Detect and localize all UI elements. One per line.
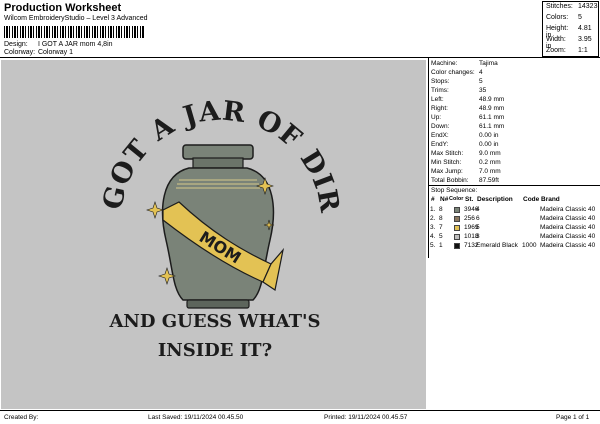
info-left: Left: 48.9 mm [431, 96, 505, 103]
design-line: Design: I GOT A JAR mom 4,8in [4, 41, 113, 48]
cell-brand: Madeira Classic 40 [540, 206, 596, 213]
cell-brand: Madeira Classic 40 [540, 215, 596, 222]
created-by: Created By: [4, 414, 39, 421]
tagline-line-1: AND GUESS WHAT'S [108, 311, 320, 332]
info-endx: EndX: 0.00 in [431, 132, 499, 139]
info-total-bobbin: Total Bobbin: 87.59ft [431, 177, 499, 184]
sequence-divider [429, 185, 600, 186]
design-name: I GOT A JAR mom 4,8in [37, 41, 113, 48]
table-row: 1. 8 3946 4 Madeira Classic 40 [430, 206, 600, 215]
info-stops: Stops: 5 [431, 78, 483, 85]
cell-brand: Madeira Classic 40 [540, 242, 596, 249]
cell-num: 5. [430, 242, 436, 249]
barcode [4, 26, 144, 38]
stat-stitches: Stitches: 14323 [546, 3, 598, 10]
table-row: 2. 8 256 6 Madeira Classic 40 [430, 215, 600, 224]
info-endy: EndY: 0.00 in [431, 141, 499, 148]
info-machine: Machine: Tajima [431, 60, 498, 67]
stop-sequence-title: Stop Sequence: [431, 187, 478, 194]
info-color-changes: Color changes: 4 [431, 69, 483, 76]
cell-n: 5 [439, 233, 443, 240]
info-min-stitch: Min Stitch: 0.2 mm [431, 159, 501, 166]
worksheet-header: Production Worksheet Wilcom EmbroiderySt… [0, 0, 600, 58]
cell-brand: Madeira Classic 40 [540, 233, 596, 240]
thread-color-swatch [454, 216, 460, 222]
table-row: 3. 7 1969 5 Madeira Classic 40 [430, 224, 600, 233]
info-max-stitch: Max Stitch: 9.0 mm [431, 150, 501, 157]
software-name: Wilcom EmbroideryStudio – Level 3 Advanc… [4, 15, 148, 22]
cell-code: 1000 [522, 242, 537, 249]
cell-desc: 3 [476, 233, 480, 240]
cell-desc: Emerald Black [476, 242, 518, 249]
worksheet-title: Production Worksheet [4, 2, 122, 14]
cell-desc: 6 [476, 215, 480, 222]
stats-box: Stitches: 14323 Colors: 5 Height: 4.81 in W… [542, 1, 599, 57]
cell-desc: 4 [476, 206, 480, 213]
info-trims: Trims: 35 [431, 87, 487, 94]
colorway-label: Colorway: [4, 49, 36, 56]
cell-n: 8 [439, 206, 443, 213]
table-row: 4. 5 1018 3 Madeira Classic 40 [430, 233, 600, 242]
cell-num: 2. [430, 215, 436, 222]
cell-n: 1 [439, 242, 443, 249]
info-up: Up: 61.1 mm [431, 114, 505, 121]
cell-n: 8 [439, 215, 443, 222]
info-max-jump: Max Jump: 7.0 mm [431, 168, 501, 175]
info-right: Right: 48.9 mm [431, 105, 505, 112]
sparkle-icon [146, 201, 164, 219]
sequence-header-row: # N# Color St. Description Code Brand [431, 196, 560, 203]
thread-color-swatch [454, 225, 460, 231]
printed-date: Printed: 19/11/2024 00.45.57 [324, 414, 408, 421]
worksheet-footer: Created By: Last Saved: 19/11/2024 00.45… [0, 410, 600, 424]
thread-color-swatch [454, 243, 460, 249]
table-row: 5. 1 7132 Emerald Black 1000 Madeira Classic … [430, 242, 600, 251]
tagline-line-2: INSIDE IT? [158, 340, 272, 361]
cell-num: 1. [430, 206, 436, 213]
cell-desc: 5 [476, 224, 480, 231]
cell-num: 3. [430, 224, 436, 231]
stat-zoom: Zoom: 1:1 [546, 47, 588, 54]
design-preview: I GOT A JAR OF DIRT MOM AND GUESS WHAT'S… [0, 36, 426, 409]
cell-num: 4. [430, 233, 436, 240]
colorway-line: Colorway: Colorway 1 [4, 49, 73, 56]
colorway-name: Colorway 1 [37, 49, 73, 56]
cell-n: 7 [439, 224, 443, 231]
page-number: Page 1 of 1 [556, 414, 590, 421]
cell-brand: Madeira Classic 40 [540, 224, 596, 231]
cell-st: 256 [464, 215, 475, 222]
thread-color-swatch [454, 207, 460, 213]
thread-color-swatch [454, 234, 460, 240]
last-saved: Last Saved: 19/11/2024 00.45.50 [148, 414, 244, 421]
info-down: Down: 61.1 mm [431, 123, 505, 130]
stat-colors: Colors: 5 [546, 14, 582, 21]
embroidery-artwork: I GOT A JAR OF DIRT MOM AND GUESS WHAT'S… [0, 36, 344, 361]
design-label: Design: [4, 41, 28, 48]
